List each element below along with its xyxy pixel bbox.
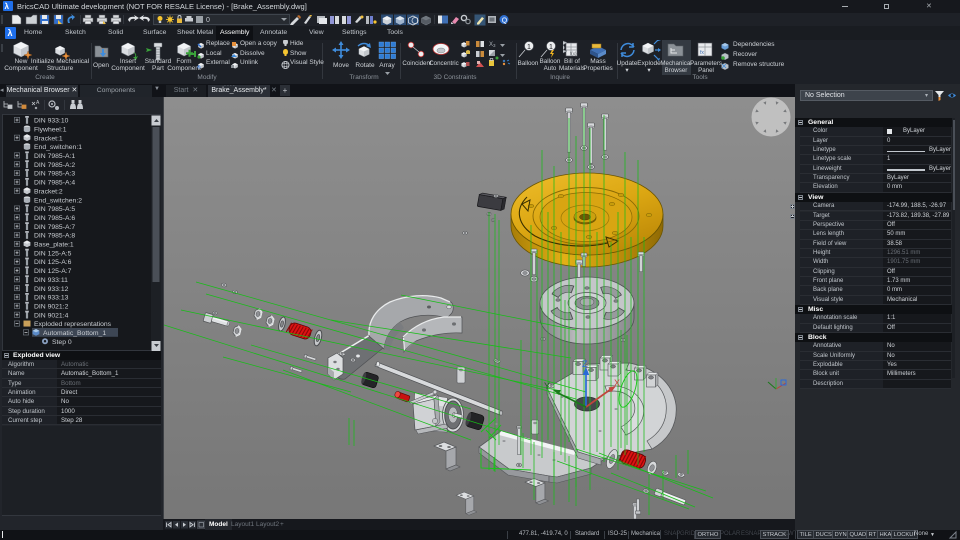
svg-text:DIN 7985-A:2: DIN 7985-A:2 [34,162,75,169]
svg-text:DIN 7985-A:8: DIN 7985-A:8 [34,233,75,240]
svg-text:DIN 9021:2: DIN 9021:2 [34,303,69,310]
svg-text:Step 0: Step 0 [52,339,72,346]
svg-text:DIN 9021:4: DIN 9021:4 [34,312,69,319]
svg-text:Z: Z [582,359,588,369]
svg-text:1: 1 [549,44,553,51]
svg-text:DIN 7985-A:4: DIN 7985-A:4 [34,180,75,187]
svg-text:DIN 933:11: DIN 933:11 [34,277,68,284]
svg-text:f(x): f(x) [570,51,577,56]
svg-text:X: X [614,378,620,388]
svg-text:Y: Y [544,381,550,391]
svg-text:A: A [36,100,40,106]
svg-text:DIN 933:12: DIN 933:12 [34,286,69,293]
svg-text:Q: Q [502,17,508,24]
svg-text:DIN 7985-A:3: DIN 7985-A:3 [34,171,75,178]
svg-text:End_switchen:1: End_switchen:1 [34,144,82,151]
svg-text:fx: fx [700,50,704,56]
svg-text:X3: X3 [489,42,496,48]
svg-text:DIN 125-A:6: DIN 125-A:6 [34,259,72,266]
svg-text:DIN 7985-A:6: DIN 7985-A:6 [34,215,75,222]
svg-text:DIN 125-A:7: DIN 125-A:7 [34,268,72,275]
svg-text:Flywheel:1: Flywheel:1 [34,126,67,133]
svg-text:Exploded representations: Exploded representations [34,321,112,328]
svg-text:DIN 7985-A:1: DIN 7985-A:1 [34,153,75,160]
svg-text:Bracket:2: Bracket:2 [34,188,63,195]
svg-text:DIN 7985-A:5: DIN 7985-A:5 [34,206,75,213]
svg-text:DIN 933:13: DIN 933:13 [34,295,69,302]
svg-text:0: 0 [206,17,210,24]
svg-text:DIN 7985-A:7: DIN 7985-A:7 [34,224,75,231]
svg-text:DIN 125-A:5: DIN 125-A:5 [34,250,72,257]
svg-text:End_switchen:2: End_switchen:2 [34,197,82,204]
svg-text:Automatic_Bottom_1: Automatic_Bottom_1 [43,330,106,337]
svg-text:Bracket:1: Bracket:1 [34,135,63,142]
svg-text:Base_plate:1: Base_plate:1 [34,242,74,249]
svg-text:1: 1 [527,44,531,51]
svg-text:DIN 933:10: DIN 933:10 [34,118,69,125]
